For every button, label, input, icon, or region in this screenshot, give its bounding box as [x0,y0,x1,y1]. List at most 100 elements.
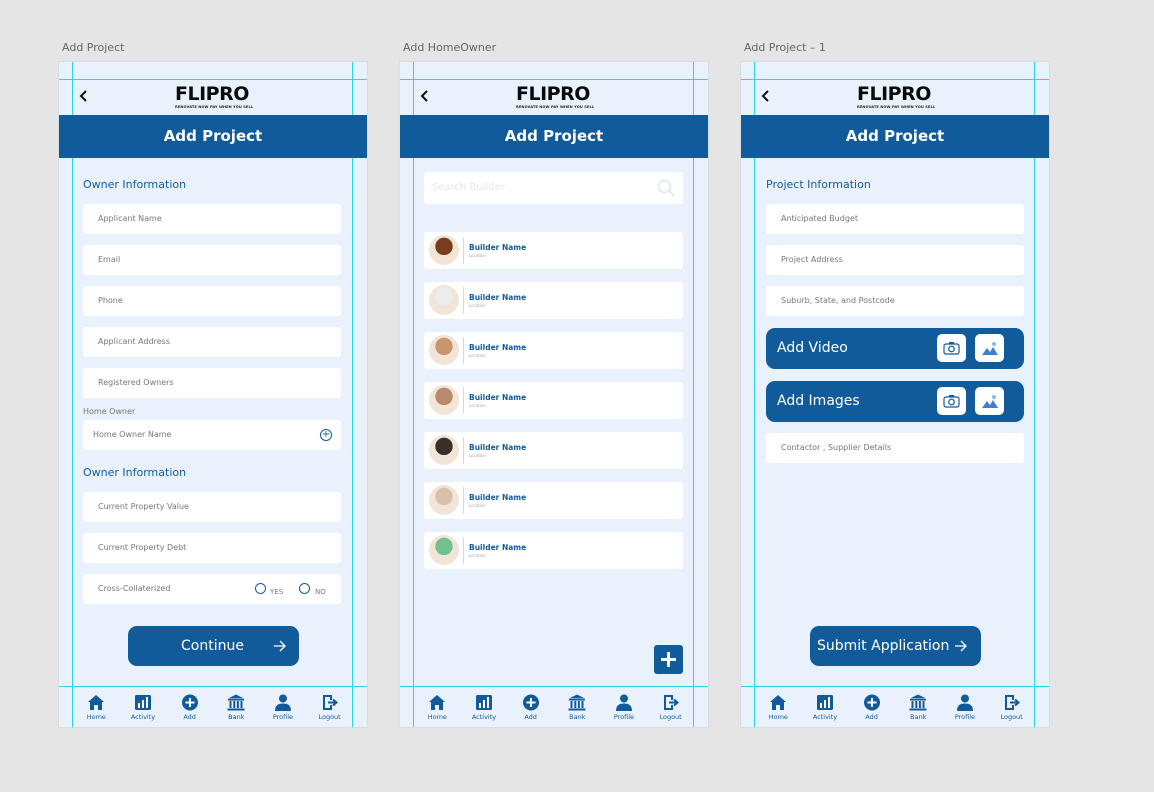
nav-item-bank[interactable]: Bank [216,686,256,727]
nav-item-profile[interactable]: Profile [263,686,303,727]
nav-label: Profile [954,713,976,721]
nav-item-home[interactable]: Home [76,686,116,727]
section-title: Owner Information [83,178,187,191]
search-placeholder: Search Builder [432,182,505,193]
yes-radio[interactable] [255,583,266,594]
nav-item-add[interactable]: Add [170,686,210,727]
avatar [429,285,459,315]
nav-item-logout[interactable]: Logout [310,686,350,727]
row-divider [463,537,464,564]
camera-icon[interactable] [937,387,966,415]
email-field[interactable]: Email [83,245,341,275]
logo: FLIPRO RENOVATE NOW PAY WHEN YOU SELL [175,85,254,110]
nav-label: Activity [812,713,838,721]
screen-add-project-1: FLIPRO RENOVATE NOW PAY WHEN YOU SELL Ad… [741,62,1049,727]
add-icon [170,694,210,711]
nav-item-add[interactable]: Add [852,686,892,727]
nav-item-home[interactable]: Home [417,686,457,727]
suburb-field[interactable]: Suburb, State, and Postcode [766,286,1024,316]
project-address-field[interactable]: Project Address [766,245,1024,275]
nav-item-logout[interactable]: Logout [992,686,1032,727]
nav-item-activity[interactable]: Activity [805,686,845,727]
nav-item-home[interactable]: Home [758,686,798,727]
registered-owners-field[interactable]: Registered Owners [83,368,341,398]
add-video-button[interactable]: Add Video [766,328,1024,369]
builder-row[interactable]: Builder Name Location [424,482,683,519]
add-home-owner-icon[interactable]: + [320,429,332,441]
nav-item-profile[interactable]: Profile [945,686,985,727]
nav-item-logout[interactable]: Logout [651,686,691,727]
home-icon [417,694,457,711]
nav-label: Bank [569,713,586,721]
nav-label: Bank [228,713,245,721]
nav-label: Add [183,713,196,721]
add-images-button[interactable]: Add Images [766,381,1024,422]
nav-item-profile[interactable]: Profile [604,686,644,727]
applicant-address-field[interactable]: Applicant Address [83,327,341,357]
home-owner-field[interactable]: Home Owner Name + [83,420,341,450]
phone-field[interactable]: Phone [83,286,341,316]
builder-row[interactable]: Builder Name Location [424,332,683,369]
section-title: Project Information [766,178,871,191]
nav-label: Profile [613,713,635,721]
builder-row[interactable]: Builder Name Location [424,382,683,419]
profile-icon [945,694,985,711]
builder-name: Builder Name [469,393,527,402]
builder-row[interactable]: Builder Name Location [424,282,683,319]
nav-item-activity[interactable]: Activity [464,686,504,727]
continue-button[interactable]: Continue [128,626,299,666]
bank-icon [216,694,256,711]
add-images-label: Add Images [777,393,860,409]
avatar [429,385,459,415]
builder-location: Location [469,503,486,508]
no-radio[interactable] [299,583,310,594]
home-icon [76,694,116,711]
builder-name: Builder Name [469,543,527,552]
logout-icon [310,694,350,711]
plus-icon [661,652,676,667]
page-title: Add Project [741,115,1049,158]
builder-name: Builder Name [469,243,527,252]
property-value-field[interactable]: Current Property Value [83,492,341,522]
submit-application-button[interactable]: Submit Application [810,626,981,666]
property-debt-field[interactable]: Current Property Debt [83,533,341,563]
row-divider [463,487,464,514]
nav-item-bank[interactable]: Bank [557,686,597,727]
logo-tagline: RENOVATE NOW PAY WHEN YOU SELL [857,105,936,109]
camera-icon[interactable] [937,334,966,362]
back-icon[interactable] [759,87,773,105]
add-builder-button[interactable] [654,645,683,674]
search-icon[interactable] [657,179,675,197]
nav-label: Logout [318,713,341,721]
builder-row[interactable]: Builder Name Location [424,532,683,569]
activity-icon [123,694,163,711]
builder-location: Location [469,403,486,408]
continue-label: Continue [181,638,244,654]
gallery-icon[interactable] [975,387,1004,415]
avatar [429,485,459,515]
artboard-label: Add Project – 1 [744,41,826,54]
builder-row[interactable]: Builder Name Location [424,432,683,469]
activity-icon [464,694,504,711]
artboard-label: Add HomeOwner [403,41,497,54]
builder-row[interactable]: Builder Name Location [424,232,683,269]
nav-label: Bank [910,713,927,721]
row-divider [463,387,464,414]
screen-add-homeowner: FLIPRO RENOVATE NOW PAY WHEN YOU SELL Ad… [400,62,708,727]
nav-item-activity[interactable]: Activity [123,686,163,727]
no-label: NO [315,588,326,596]
contractor-field[interactable]: Contactor , Supplier Details [766,433,1024,463]
search-input[interactable]: Search Builder [424,172,683,204]
builder-location: Location [469,553,486,558]
nav-item-add[interactable]: Add [511,686,551,727]
budget-field[interactable]: Anticipated Budget [766,204,1024,234]
logo-tagline: RENOVATE NOW PAY WHEN YOU SELL [175,105,254,109]
nav-item-bank[interactable]: Bank [898,686,938,727]
back-icon[interactable] [77,87,91,105]
screen-add-project: FLIPRO RENOVATE NOW PAY WHEN YOU SELL Ad… [59,62,367,727]
gallery-icon[interactable] [975,334,1004,362]
avatar [429,335,459,365]
applicant-name-field[interactable]: Applicant Name [83,204,341,234]
back-icon[interactable] [418,87,432,105]
page-title: Add Project [400,115,708,158]
